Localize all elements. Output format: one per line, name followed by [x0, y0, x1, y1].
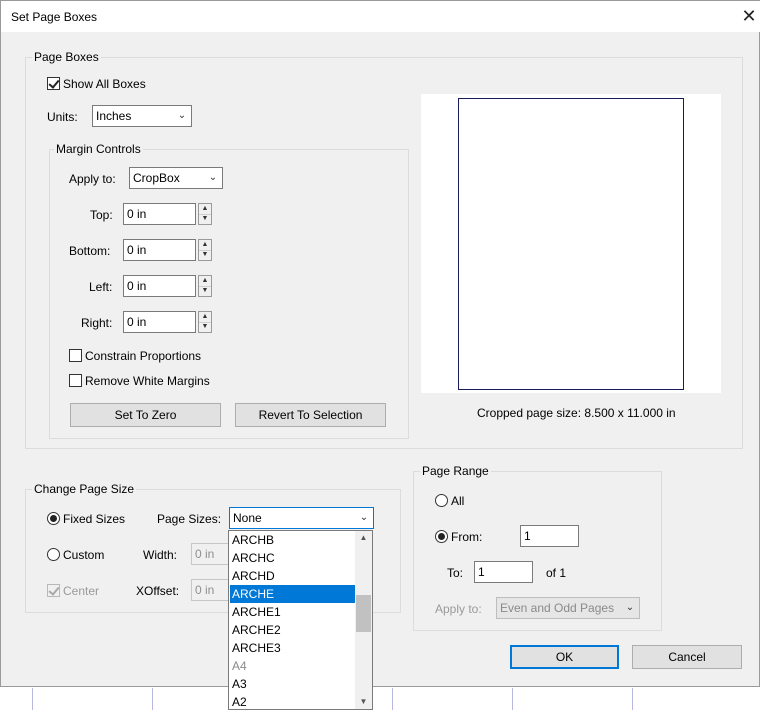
constrain-proportions-label: Constrain Proportions: [85, 349, 202, 363]
dialog-title: Set Page Boxes: [11, 10, 98, 24]
bottom-spinner[interactable]: ▲ ▼: [198, 239, 212, 261]
dropdown-item[interactable]: ARCHD: [230, 567, 358, 585]
range-apply-to-select[interactable]: Even and Odd Pages ⌄: [496, 597, 640, 619]
center-label: Center: [63, 584, 100, 598]
chevron-down-icon: ⌄: [177, 110, 187, 121]
top-spinner[interactable]: ▲ ▼: [198, 203, 212, 225]
xoffset-field[interactable]: 0 in: [191, 579, 231, 601]
from-radio[interactable]: [435, 530, 448, 543]
width-label: Width:: [143, 548, 178, 562]
center-checkbox[interactable]: [47, 584, 60, 597]
cropped-page-size: Cropped page size: 8.500 x 11.000 in: [477, 406, 676, 420]
units-value: Inches: [96, 109, 132, 123]
page-sizes-label: Page Sizes:: [157, 512, 222, 526]
ok-button[interactable]: OK: [510, 645, 619, 669]
close-icon[interactable]: ✕: [737, 5, 761, 29]
spin-down-icon[interactable]: ▼: [199, 250, 211, 260]
dropdown-item[interactable]: ARCHE2: [230, 621, 358, 639]
chevron-down-icon: ⌄: [625, 602, 635, 613]
chevron-down-icon: ⌄: [208, 172, 218, 183]
apply-to-label: Apply to:: [69, 172, 116, 186]
all-pages-radio[interactable]: [435, 494, 448, 507]
background-line: [512, 688, 513, 710]
background-line: [392, 688, 393, 710]
preview-page-outline: [458, 98, 684, 390]
fixed-sizes-radio[interactable]: [47, 512, 60, 525]
dropdown-item[interactable]: ARCHB: [230, 531, 358, 549]
from-field[interactable]: 1: [520, 525, 579, 547]
page-boxes-legend: Page Boxes: [32, 50, 101, 64]
dropdown-item[interactable]: A2: [230, 693, 358, 709]
fixed-sizes-label: Fixed Sizes: [63, 512, 126, 526]
right-label: Right:: [81, 316, 113, 330]
change-page-size-legend: Change Page Size: [32, 482, 137, 496]
of-pages-text: of 1: [546, 566, 567, 580]
dropdown-item[interactable]: A4: [230, 657, 358, 675]
bottom-label: Bottom:: [69, 244, 111, 258]
to-field[interactable]: 1: [474, 561, 533, 583]
to-value: 1: [478, 565, 485, 579]
background-line: [32, 688, 33, 710]
margin-controls-legend: Margin Controls: [54, 142, 143, 156]
left-label: Left:: [89, 280, 113, 294]
dropdown-item[interactable]: ARCHC: [230, 549, 358, 567]
remove-white-margins-label: Remove White Margins: [85, 374, 210, 388]
show-all-boxes-checkbox[interactable]: [47, 77, 60, 90]
right-value: 0 in: [127, 315, 147, 329]
revert-to-selection-button[interactable]: Revert To Selection: [235, 403, 386, 427]
left-value: 0 in: [127, 279, 147, 293]
xoffset-label: XOffset:: [136, 584, 180, 598]
left-field[interactable]: 0 in: [123, 275, 196, 297]
remove-white-margins-checkbox[interactable]: [69, 374, 82, 387]
scroll-up-icon[interactable]: ▲: [355, 531, 372, 545]
margin-controls-group: [49, 149, 409, 439]
spin-down-icon[interactable]: ▼: [199, 286, 211, 296]
set-to-zero-button[interactable]: Set To Zero: [70, 403, 221, 427]
top-field[interactable]: 0 in: [123, 203, 196, 225]
from-label: From:: [451, 530, 483, 544]
units-select[interactable]: Inches ⌄: [92, 105, 192, 127]
set-page-boxes-dialog: Set Page Boxes ✕ Page Boxes Show All Box…: [0, 0, 761, 687]
all-pages-label: All: [451, 494, 465, 508]
page-range-legend: Page Range: [420, 464, 491, 478]
background-page: [0, 688, 762, 710]
custom-radio[interactable]: [47, 548, 60, 561]
left-spinner[interactable]: ▲ ▼: [198, 275, 212, 297]
dropdown-item[interactable]: ARCHE3: [230, 639, 358, 657]
apply-to-value: CropBox: [133, 171, 180, 185]
dropdown-scroll-thumb[interactable]: [356, 595, 371, 632]
spin-down-icon[interactable]: ▼: [199, 214, 211, 224]
top-value: 0 in: [127, 207, 147, 221]
constrain-proportions-checkbox[interactable]: [69, 349, 82, 362]
scroll-down-icon[interactable]: ▼: [355, 695, 372, 709]
dropdown-item-selected[interactable]: ARCHE: [230, 585, 358, 603]
title-bar: Set Page Boxes ✕: [1, 1, 761, 32]
range-apply-to-label: Apply to:: [435, 602, 482, 616]
dropdown-item[interactable]: ARCHE1: [230, 603, 358, 621]
top-label: Top:: [90, 208, 113, 222]
custom-label: Custom: [63, 548, 105, 562]
dropdown-item[interactable]: A3: [230, 675, 358, 693]
page-sizes-select[interactable]: None ⌄: [229, 507, 374, 529]
units-label: Units:: [47, 110, 78, 124]
bottom-value: 0 in: [127, 243, 147, 257]
right-spinner[interactable]: ▲ ▼: [198, 311, 212, 333]
width-field[interactable]: 0 in: [191, 543, 231, 565]
to-label: To:: [447, 566, 464, 580]
page-sizes-dropdown-list[interactable]: ARCHB ARCHC ARCHD ARCHE ARCHE1 ARCHE2 AR…: [228, 530, 373, 710]
apply-to-select[interactable]: CropBox ⌄: [129, 167, 223, 189]
page-sizes-value: None: [233, 511, 262, 525]
width-value: 0 in: [195, 547, 215, 561]
bottom-field[interactable]: 0 in: [123, 239, 196, 261]
range-apply-to-value: Even and Odd Pages: [500, 601, 615, 615]
spin-down-icon[interactable]: ▼: [199, 322, 211, 332]
background-line: [152, 688, 153, 710]
chevron-down-icon: ⌄: [359, 512, 369, 523]
background-line: [632, 688, 633, 710]
xoffset-value: 0 in: [195, 583, 215, 597]
cancel-button[interactable]: Cancel: [632, 645, 742, 669]
right-field[interactable]: 0 in: [123, 311, 196, 333]
from-value: 1: [524, 529, 531, 543]
show-all-boxes-label: Show All Boxes: [63, 77, 146, 91]
